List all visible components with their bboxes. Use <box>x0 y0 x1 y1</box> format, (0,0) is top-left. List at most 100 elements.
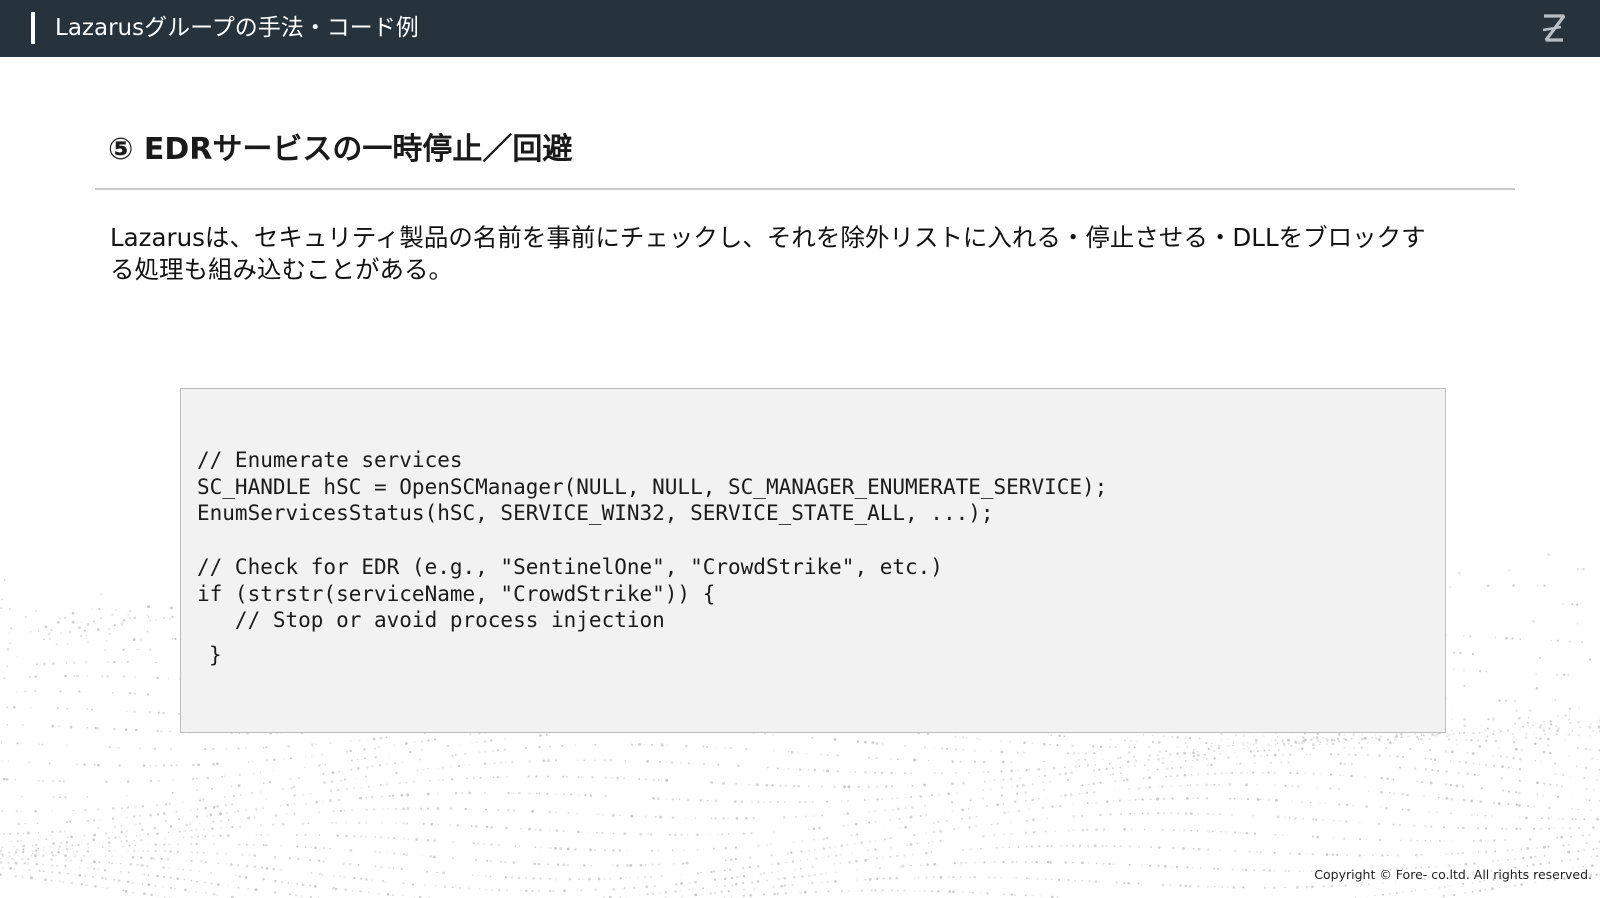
background-dot <box>120 830 123 834</box>
background-dot <box>373 850 377 854</box>
background-dot <box>1539 862 1542 865</box>
background-dot <box>3 677 6 680</box>
background-dot <box>945 850 947 852</box>
background-dot <box>744 816 748 820</box>
background-dot <box>1499 731 1502 734</box>
background-dot <box>826 753 829 756</box>
background-dot <box>1529 709 1532 712</box>
background-dot <box>810 881 814 885</box>
copyright-notice: Copyright © Fore- co.ltd. All rights res… <box>1314 867 1592 882</box>
background-dot <box>1002 893 1005 896</box>
background-dot <box>518 845 521 848</box>
background-dot <box>492 776 495 779</box>
background-dot <box>365 796 367 799</box>
background-dot <box>451 857 454 859</box>
background-dot <box>1526 847 1530 851</box>
background-dot <box>115 746 118 749</box>
background-dot <box>1382 893 1384 896</box>
background-dot <box>759 873 762 876</box>
background-dot <box>125 829 129 833</box>
background-dot <box>874 810 877 813</box>
background-dot <box>538 745 541 749</box>
background-dot <box>962 891 964 893</box>
background-dot <box>1584 747 1588 751</box>
background-dot <box>581 776 583 778</box>
background-dot <box>1071 861 1074 864</box>
background-dot <box>1092 769 1096 772</box>
background-dot <box>570 793 573 796</box>
background-dot <box>122 675 126 678</box>
background-dot <box>423 884 426 886</box>
background-dot <box>1281 741 1284 743</box>
background-dot <box>1227 738 1230 741</box>
background-dot <box>1491 717 1495 721</box>
background-dot <box>561 744 564 747</box>
background-dot <box>328 799 332 803</box>
background-dot <box>87 819 89 822</box>
background-dot <box>623 777 625 780</box>
background-dot <box>290 757 292 760</box>
background-dot <box>1211 812 1215 816</box>
background-dot <box>259 824 263 827</box>
background-dot <box>1013 800 1017 804</box>
background-dot <box>1505 827 1508 830</box>
background-dot <box>388 795 391 798</box>
background-dot <box>1217 744 1221 748</box>
background-dot <box>1424 840 1427 842</box>
background-dot <box>43 878 47 882</box>
background-dot <box>1492 754 1494 757</box>
background-dot <box>1388 741 1392 745</box>
background-dot <box>1406 735 1410 738</box>
background-dot <box>555 811 557 813</box>
background-dot <box>67 872 69 875</box>
background-dot <box>548 877 551 880</box>
background-dot <box>1288 816 1291 819</box>
background-dot <box>1024 831 1028 835</box>
background-dot <box>1067 878 1070 882</box>
background-dot <box>699 799 702 802</box>
background-dot <box>720 890 724 894</box>
background-dot <box>463 764 465 767</box>
background-dot <box>30 706 32 709</box>
background-dot <box>120 871 122 873</box>
background-dot <box>142 850 144 852</box>
background-dot <box>379 865 383 869</box>
background-dot <box>121 807 123 809</box>
background-dot <box>1123 881 1126 884</box>
background-dot <box>1578 827 1581 829</box>
background-dot <box>1368 883 1370 885</box>
background-dot <box>1332 837 1334 839</box>
background-dot <box>1536 781 1539 785</box>
background-dot <box>828 846 832 850</box>
background-dot <box>955 792 958 795</box>
background-dot <box>524 877 528 880</box>
heading-divider <box>95 188 1515 190</box>
background-dot <box>420 807 423 810</box>
background-dot <box>1387 738 1390 741</box>
background-dot <box>1462 882 1465 885</box>
background-dot <box>65 844 68 848</box>
background-dot <box>1575 765 1578 768</box>
background-dot <box>1337 803 1341 806</box>
background-dot <box>338 770 341 773</box>
background-dot <box>1181 847 1185 851</box>
background-dot <box>280 880 284 884</box>
background-dot <box>241 853 244 856</box>
background-dot <box>216 804 220 808</box>
background-dot <box>843 813 846 815</box>
background-dot <box>84 661 87 664</box>
background-dot <box>1253 869 1256 872</box>
background-dot <box>1252 771 1255 774</box>
background-dot <box>405 853 409 857</box>
background-dot <box>876 877 879 881</box>
background-dot <box>982 760 986 764</box>
background-dot <box>1501 827 1504 830</box>
background-dot <box>1072 829 1074 831</box>
background-dot <box>388 866 391 869</box>
background-dot <box>392 867 395 870</box>
background-dot <box>1234 831 1237 834</box>
background-dot <box>286 813 288 815</box>
background-dot <box>1316 732 1319 736</box>
background-dot <box>437 767 440 769</box>
background-dot <box>748 866 751 869</box>
